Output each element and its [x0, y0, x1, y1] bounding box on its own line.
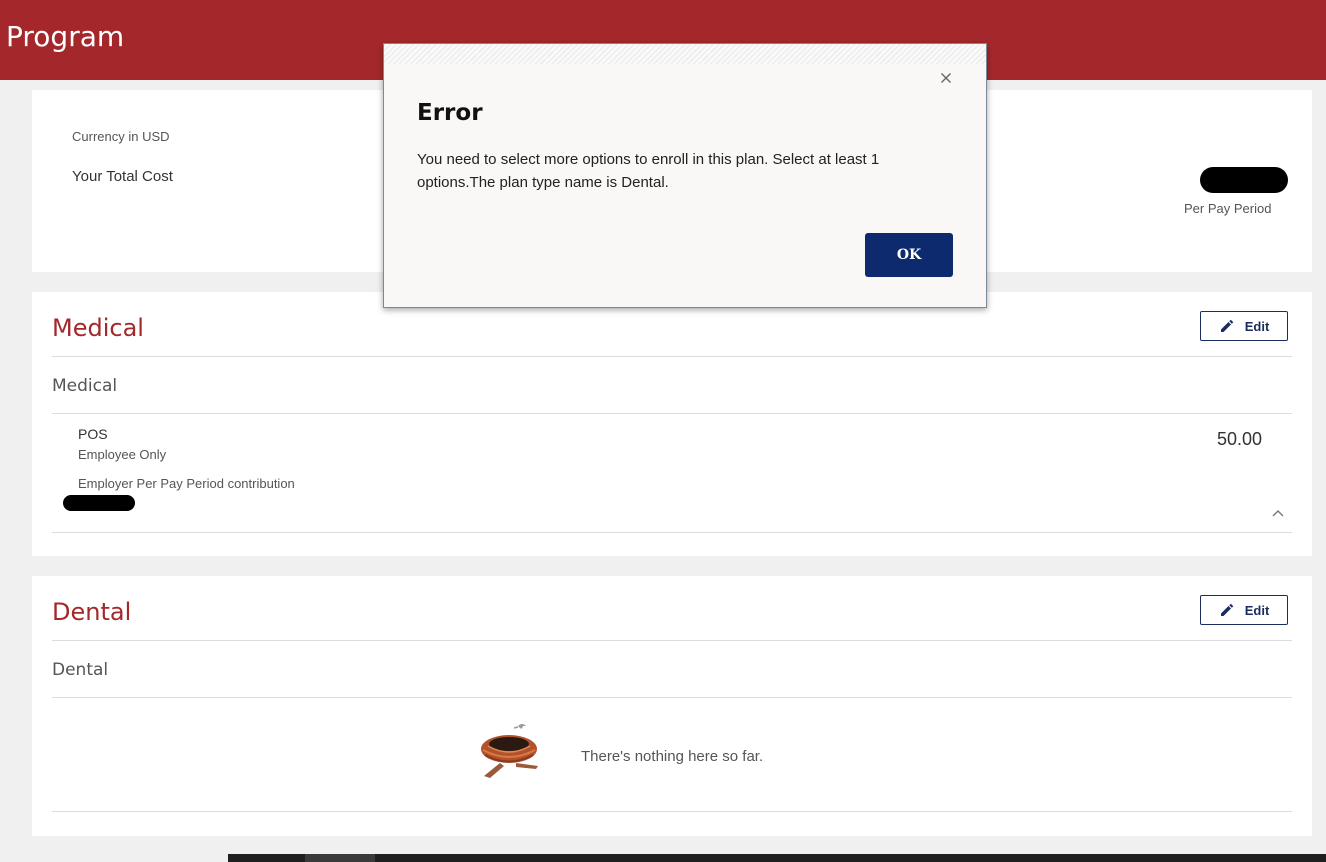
per-pay-period-label: Per Pay Period — [1184, 201, 1272, 216]
medical-section-title: Medical — [52, 314, 144, 342]
empty-nest-icon — [481, 724, 538, 778]
taskbar-segment — [0, 854, 228, 862]
employer-contribution-label: Employer Per Pay Period contribution — [78, 476, 295, 491]
dental-section-title: Dental — [52, 598, 132, 626]
divider — [52, 356, 1292, 357]
pencil-icon — [1220, 603, 1234, 616]
redacted-total-amount — [1200, 167, 1288, 193]
dialog-title: Error — [417, 100, 483, 126]
pencil-icon — [1220, 319, 1234, 332]
medical-plan-type-label: Medical — [52, 376, 118, 396]
divider — [52, 811, 1292, 812]
dental-section-card: Dental Edit Dental There's nothing here … — [32, 576, 1312, 836]
dental-plan-type-label: Dental — [52, 660, 109, 680]
divider — [52, 640, 1292, 641]
dental-edit-button[interactable]: Edit — [1200, 595, 1288, 625]
dental-edit-label: Edit — [1244, 602, 1270, 618]
dialog-titlebar — [384, 44, 986, 64]
empty-state-message: There's nothing here so far. — [581, 748, 764, 765]
dialog-message: You need to select more options to enrol… — [417, 151, 880, 191]
close-icon[interactable] — [938, 70, 954, 86]
ok-button[interactable]: OK — [865, 233, 953, 277]
redacted-contribution-amount — [63, 495, 135, 511]
taskbar-segment — [305, 854, 375, 862]
total-cost-label: Your Total Cost — [72, 168, 173, 185]
plan-name: POS — [78, 426, 108, 442]
currency-label: Currency in USD — [72, 129, 170, 144]
medical-edit-button[interactable]: Edit — [1200, 311, 1288, 341]
divider — [52, 697, 1292, 698]
medical-section-card: Medical Edit Medical POS Employee Only 5… — [32, 292, 1312, 556]
error-dialog: Error You need to select more options to… — [383, 43, 987, 308]
chevron-up-icon[interactable] — [1270, 505, 1286, 521]
divider — [52, 413, 1292, 414]
plan-coverage: Employee Only — [78, 447, 167, 462]
taskbar — [0, 854, 1326, 862]
page-title: Program — [6, 20, 125, 53]
medical-edit-label: Edit — [1244, 318, 1270, 334]
plan-cost: 50.00 — [1217, 429, 1263, 449]
divider — [52, 532, 1292, 533]
